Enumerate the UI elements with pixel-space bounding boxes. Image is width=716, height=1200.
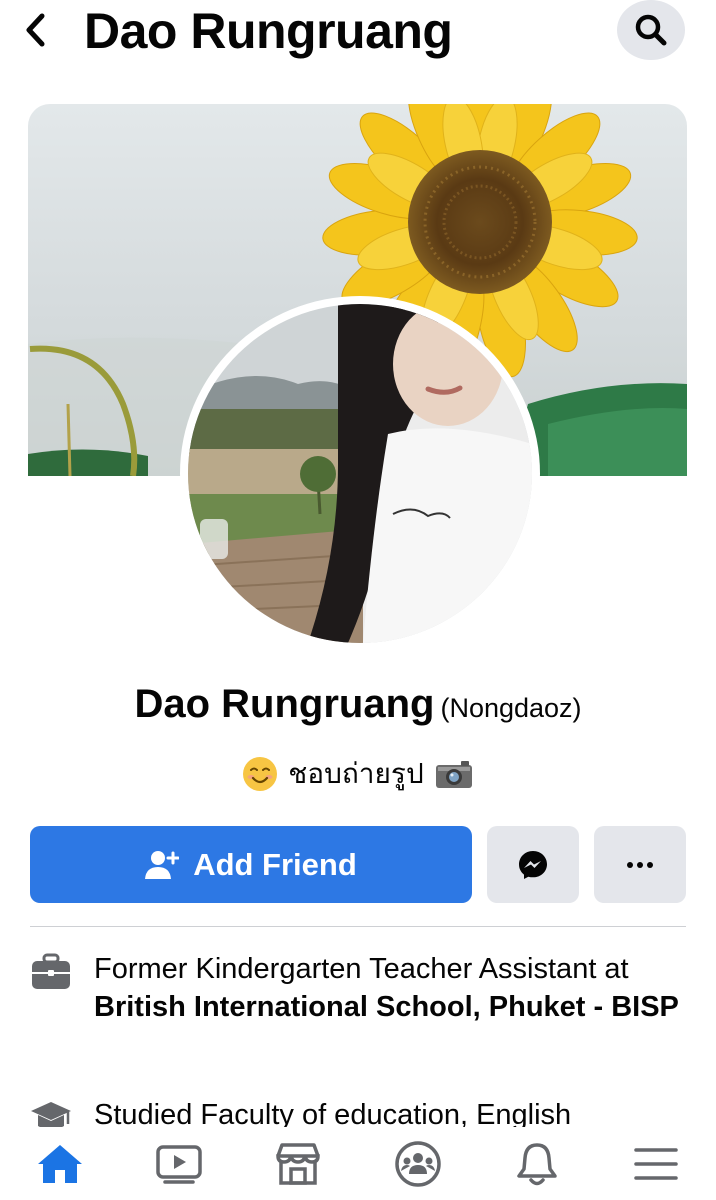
more-dots-icon	[627, 861, 653, 868]
nav-home[interactable]	[0, 1127, 119, 1200]
profile-name: Dao Rungruang	[134, 682, 435, 726]
briefcase-icon	[32, 953, 70, 989]
intro-work: Former Kindergarten Teacher Assistant at…	[30, 950, 686, 1026]
nav-marketplace[interactable]	[239, 1127, 358, 1200]
search-button[interactable]	[617, 0, 685, 60]
shop-icon	[276, 1142, 321, 1185]
nav-notifications[interactable]	[477, 1127, 596, 1200]
profile-avatar[interactable]	[180, 296, 540, 651]
add-friend-label: Add Friend	[193, 846, 357, 882]
hamburger-menu-icon	[634, 1147, 679, 1180]
profile-nickname: (Nongdaoz)	[440, 693, 582, 723]
bottom-nav	[0, 1127, 716, 1200]
back-button[interactable]	[18, 8, 52, 52]
add-friend-button[interactable]: Add Friend	[30, 826, 472, 903]
bio-text: ชอบถ่ายรูป	[288, 758, 424, 789]
intro-work-place[interactable]: British International School, Phuket - B…	[94, 991, 679, 1023]
page-title: Dao Rungruang	[84, 3, 453, 59]
search-icon	[635, 14, 667, 46]
groups-icon	[394, 1140, 441, 1187]
profile-name-row: Dao Rungruang (Nongdaoz)	[0, 682, 716, 727]
profile-bio: ชอบถ่ายรูป	[0, 752, 716, 796]
section-divider	[30, 926, 686, 927]
person-add-icon	[145, 850, 180, 879]
chevron-left-icon	[26, 13, 45, 47]
nav-groups[interactable]	[358, 1127, 477, 1200]
home-icon	[37, 1144, 82, 1183]
messenger-button[interactable]	[487, 826, 579, 903]
smiling-face-emoji-icon	[243, 757, 278, 791]
video-icon	[156, 1144, 202, 1184]
nav-watch[interactable]	[119, 1127, 238, 1200]
bell-icon	[517, 1142, 557, 1185]
top-bar: Dao Rungruang	[0, 0, 716, 70]
messenger-icon	[519, 850, 547, 879]
nav-menu[interactable]	[597, 1127, 716, 1200]
more-options-button[interactable]	[594, 826, 686, 903]
intro-work-prefix: Former Kindergarten Teacher Assistant at	[94, 953, 629, 985]
camera-emoji-icon	[435, 761, 472, 788]
